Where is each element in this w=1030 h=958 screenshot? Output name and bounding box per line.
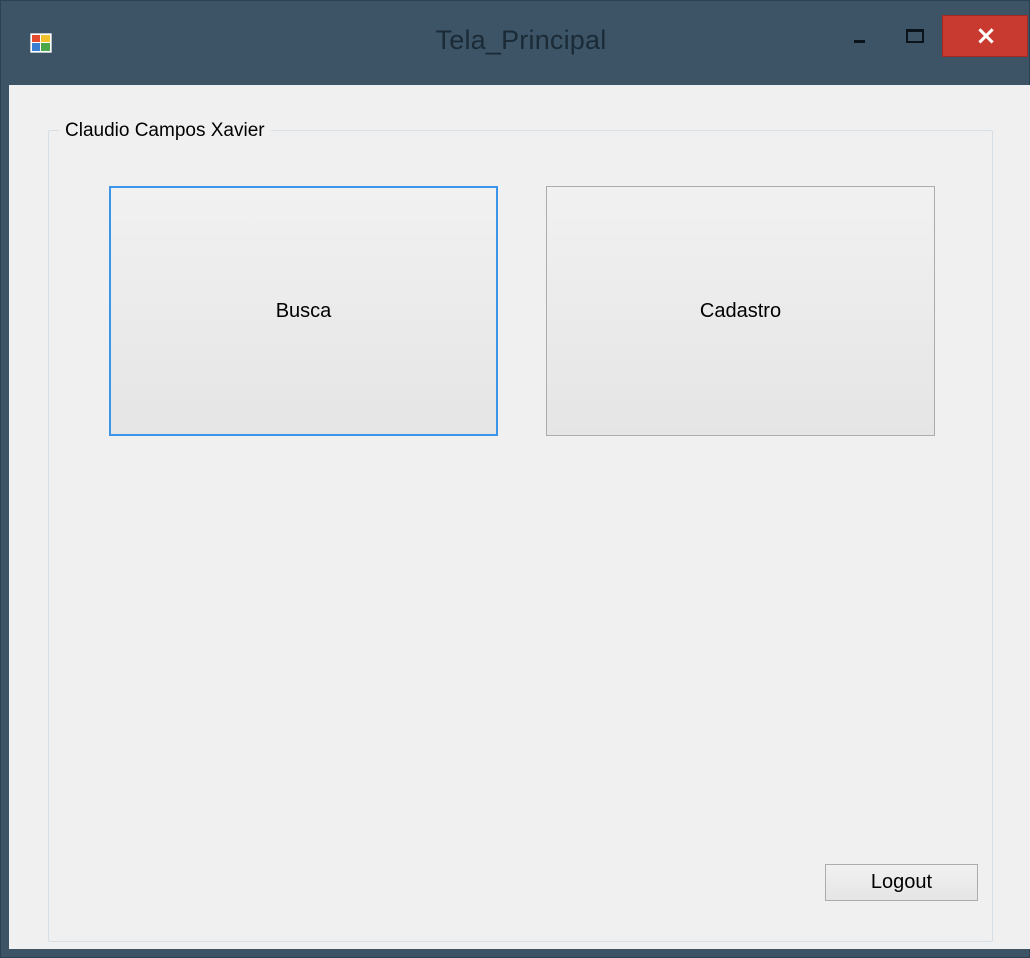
cadastro-button[interactable]: Cadastro bbox=[546, 186, 935, 436]
client-area: Claudio Campos Xavier Busca Cadastro Log… bbox=[9, 85, 1030, 949]
groupbox-label: Claudio Campos Xavier bbox=[59, 119, 271, 143]
logout-button-label: Logout bbox=[870, 871, 933, 893]
main-window: Tela_Principal × Claudio Campos Xavier B… bbox=[0, 0, 1030, 958]
cadastro-button-label: Cadastro bbox=[699, 299, 782, 322]
maximize-button[interactable] bbox=[894, 19, 934, 53]
close-button[interactable]: × bbox=[942, 15, 1028, 57]
busca-button-label: Busca bbox=[275, 299, 332, 322]
minimize-button[interactable] bbox=[839, 19, 879, 53]
maximize-icon bbox=[906, 29, 924, 43]
minimize-icon bbox=[854, 40, 865, 43]
logout-button[interactable]: Logout bbox=[825, 864, 978, 901]
busca-button[interactable]: Busca bbox=[109, 186, 498, 436]
close-icon: × bbox=[975, 21, 997, 51]
title-bar[interactable]: Tela_Principal × bbox=[1, 1, 1030, 85]
